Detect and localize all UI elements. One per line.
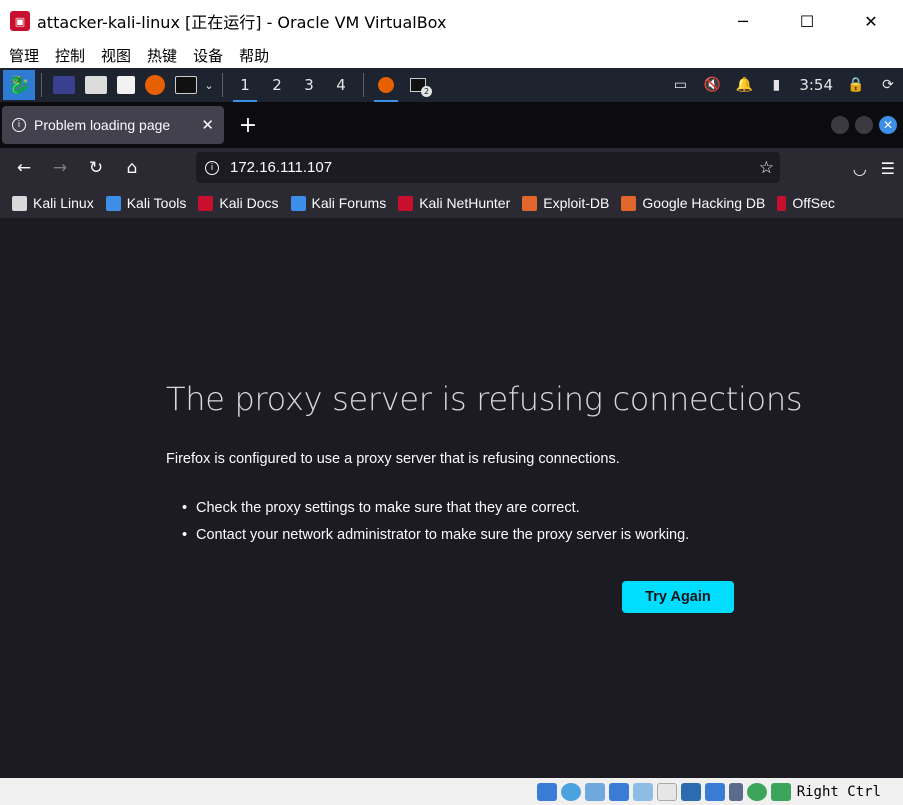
notifications-icon[interactable]: 🔔 <box>735 76 753 94</box>
maximize-icon[interactable]: ☐ <box>775 0 839 42</box>
tab-problem-loading[interactable]: i Problem loading page ✕ <box>2 106 224 144</box>
kali-docs-icon <box>198 195 214 211</box>
menu-help[interactable]: 帮助 <box>239 45 269 66</box>
try-again-button[interactable]: Try Again <box>622 581 734 613</box>
url-text[interactable]: 172.16.111.107 <box>230 159 332 176</box>
page-content: The proxy server is refusing connections… <box>0 218 903 778</box>
forward-button[interactable]: → <box>42 152 78 184</box>
workspace-3[interactable]: 3 <box>293 68 325 102</box>
host-key-label: Right Ctrl <box>796 783 881 800</box>
error-suggestions: Check the proxy settings to make sure th… <box>182 500 689 554</box>
bookmark-kali-docs[interactable]: Kali Docs <box>198 195 279 211</box>
kali-menu-icon[interactable]: 🐉 <box>3 70 35 100</box>
hard-disk-icon[interactable] <box>536 782 557 801</box>
bookmark-offsec[interactable]: OffSec <box>777 195 835 211</box>
network-adapter-icon[interactable] <box>608 782 629 801</box>
text-editor-icon[interactable] <box>117 76 135 94</box>
terminal-count-badge: 2 <box>421 86 432 97</box>
close-icon[interactable]: ✕ <box>839 0 903 42</box>
kali-nethunter-icon <box>398 195 414 211</box>
menu-manage[interactable]: 管理 <box>9 45 39 66</box>
lock-icon[interactable]: 🔒 <box>847 76 865 94</box>
vbox-status-bar: Right Ctrl <box>0 778 903 805</box>
info-icon: i <box>12 118 26 132</box>
optical-drive-icon[interactable] <box>560 782 581 801</box>
menu-hotkey[interactable]: 热键 <box>147 45 177 66</box>
error-title: The proxy server is refusing connections <box>166 380 803 418</box>
audio-icon[interactable] <box>584 782 605 801</box>
power-icon[interactable]: ⟳ <box>879 76 897 94</box>
bookmarks-toolbar: Kali Linux Kali Tools Kali Docs Kali For… <box>0 188 903 218</box>
firefox-tab-bar: i Problem loading page ✕ + ✕ <box>0 102 903 148</box>
taskbar-firefox-button[interactable] <box>370 68 402 102</box>
battery-icon[interactable]: ▮ <box>767 76 785 94</box>
new-tab-button[interactable]: + <box>236 113 260 138</box>
firefox-close-icon[interactable]: ✕ <box>879 116 897 134</box>
bookmark-kali-linux[interactable]: Kali Linux <box>12 195 94 211</box>
panel-separator <box>222 73 223 97</box>
window-title: attacker-kali-linux [正在运行] - Oracle VM V… <box>37 13 447 32</box>
suggestion-item: Contact your network administrator to ma… <box>182 527 689 543</box>
panel-separator <box>41 73 42 97</box>
bookmark-kali-forums[interactable]: Kali Forums <box>290 195 386 211</box>
volume-muted-icon[interactable]: 🔇 <box>703 76 721 94</box>
firefox-icon <box>378 77 394 93</box>
virtualization-icon[interactable] <box>728 782 743 801</box>
menu-control[interactable]: 控制 <box>55 45 85 66</box>
shared-folders-icon[interactable] <box>656 782 677 801</box>
back-button[interactable]: ← <box>6 152 42 184</box>
firefox-nav-bar: ← → ↻ ⌂ i 172.16.111.107 ☆ ◡ ☰ <box>0 148 903 188</box>
keyboard-capture-icon[interactable] <box>770 782 791 801</box>
file-manager-icon[interactable] <box>85 76 107 94</box>
close-tab-icon[interactable]: ✕ <box>201 116 214 134</box>
hamburger-menu-icon[interactable]: ☰ <box>881 159 895 178</box>
reload-button[interactable]: ↻ <box>78 152 114 184</box>
panel-separator <box>363 73 364 97</box>
bookmark-kali-nethunter[interactable]: Kali NetHunter <box>398 195 510 211</box>
menu-view[interactable]: 视图 <box>101 45 131 66</box>
bookmark-star-icon[interactable]: ☆ <box>759 158 774 178</box>
vbox-menu-bar: 管理 控制 视图 热键 设备 帮助 <box>0 42 903 68</box>
taskbar-terminal-button[interactable]: 2 <box>402 68 434 102</box>
bookmark-kali-tools[interactable]: Kali Tools <box>105 195 186 211</box>
firefox-launcher-icon[interactable] <box>145 75 165 95</box>
kali-forums-icon <box>290 195 306 211</box>
virtualbox-app-icon: ▣ <box>10 11 30 31</box>
video-capture-icon[interactable] <box>704 782 725 801</box>
workspace-4[interactable]: 4 <box>325 68 357 102</box>
chevron-down-icon[interactable]: ⌄ <box>202 68 216 102</box>
url-bar[interactable]: i 172.16.111.107 ☆ <box>196 152 780 183</box>
terminal-icon: 2 <box>410 78 432 97</box>
suggestion-item: Check the proxy settings to make sure th… <box>182 500 689 516</box>
terminal-launcher-icon[interactable] <box>175 76 197 94</box>
clock[interactable]: 3:54 <box>799 76 833 94</box>
kali-linux-icon <box>12 195 27 211</box>
site-info-icon[interactable]: i <box>205 160 219 175</box>
kali-tools-icon <box>105 195 121 211</box>
kali-top-panel: 🐉 ⌄ 1 2 3 4 2 ▭ 🔇 🔔 ▮ 3:54 🔒 ⟳ <box>0 68 903 102</box>
error-description: Firefox is configured to use a proxy ser… <box>166 451 620 467</box>
tab-title: Problem loading page <box>34 117 171 133</box>
google-hacking-db-icon <box>621 195 637 211</box>
display-icon[interactable] <box>680 782 701 801</box>
network-icon[interactable]: ▭ <box>671 76 689 94</box>
minimize-icon[interactable]: ─ <box>711 0 775 42</box>
menu-devices[interactable]: 设备 <box>193 45 223 66</box>
firefox-maximize-icon[interactable] <box>855 116 873 134</box>
workspace-2[interactable]: 2 <box>261 68 293 102</box>
offsec-icon <box>777 195 787 211</box>
workspace-1[interactable]: 1 <box>229 68 261 102</box>
bookmark-exploit-db[interactable]: Exploit-DB <box>522 195 609 211</box>
show-desktop-icon[interactable] <box>53 76 75 94</box>
firefox-minimize-icon[interactable] <box>831 116 849 134</box>
exploit-db-icon <box>522 195 538 211</box>
window-title-bar[interactable]: ▣ attacker-kali-linux [正在运行] - Oracle VM… <box>0 0 903 42</box>
home-button[interactable]: ⌂ <box>114 152 150 184</box>
usb-icon[interactable] <box>632 782 653 801</box>
bookmark-google-hacking-db[interactable]: Google Hacking DB <box>621 195 765 211</box>
pocket-icon[interactable]: ◡ <box>853 159 867 178</box>
mouse-integration-icon[interactable] <box>746 782 767 801</box>
